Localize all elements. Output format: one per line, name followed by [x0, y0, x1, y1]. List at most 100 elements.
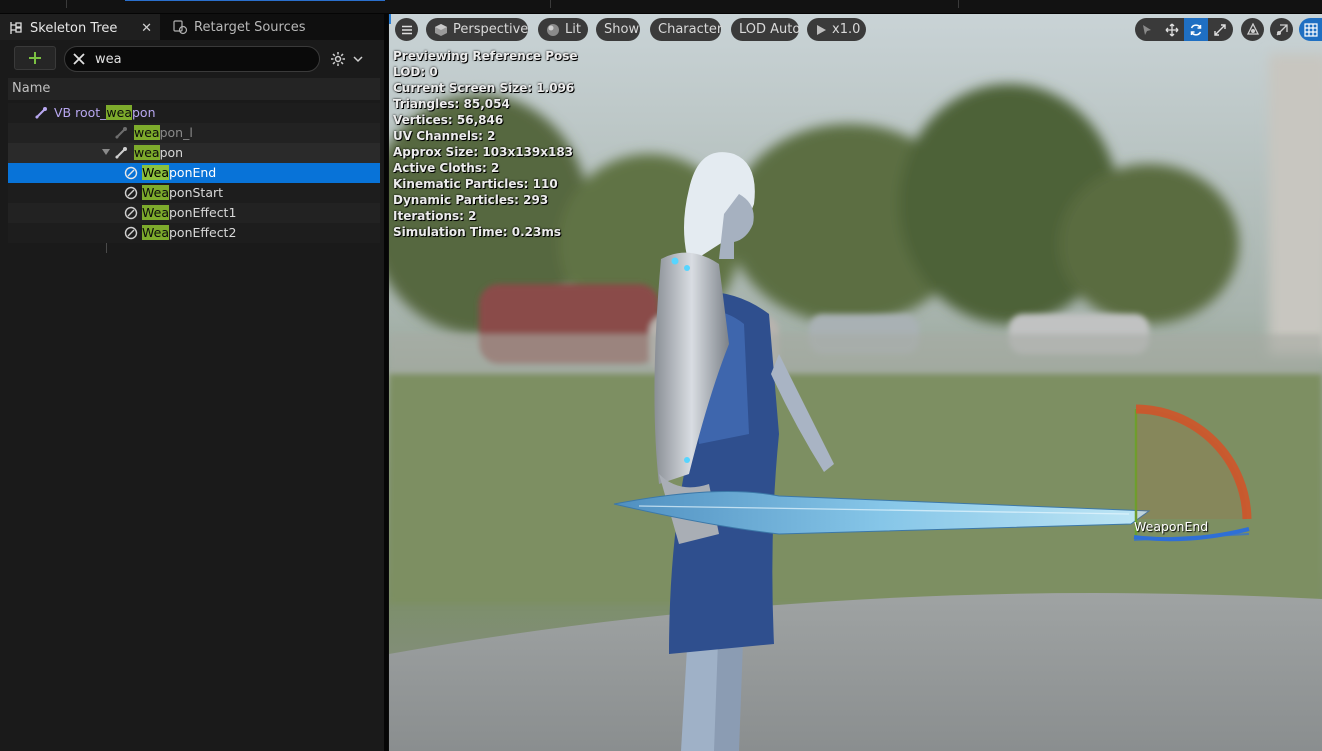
socket-label: WeaponEnd [142, 163, 216, 183]
lod-button[interactable]: LOD Auto [731, 18, 801, 41]
translate-tool-icon[interactable] [1160, 18, 1184, 41]
character-label: Character [658, 22, 723, 37]
search-box [64, 46, 320, 72]
show-button[interactable]: Show [596, 18, 640, 41]
socket-icon [124, 226, 138, 240]
grid-snap-button[interactable] [1299, 18, 1322, 41]
surface-snap-icon [1276, 23, 1288, 35]
top-strip-marker [958, 0, 959, 8]
retarget-icon [172, 19, 188, 35]
stat-line: Iterations: 2 [393, 209, 477, 223]
socket-label: WeaponStart [142, 183, 223, 203]
preview-viewport[interactable]: Perspective Lit Show Character LOD Auto … [389, 14, 1322, 751]
close-tab-icon[interactable]: ✕ [141, 21, 152, 36]
column-header-name[interactable]: Name [8, 78, 380, 100]
lit-button[interactable]: Lit [538, 18, 588, 41]
bone-label: VB root_weapon [54, 103, 156, 123]
socket-icon [124, 186, 138, 200]
tree-toolbar [0, 44, 384, 74]
label-part: pon [132, 105, 156, 120]
stat-line: Previewing Reference Pose [393, 49, 578, 63]
stat-line: Kinematic Particles: 110 [393, 177, 558, 191]
gear-icon [331, 52, 345, 66]
label-part: VB root_ [54, 105, 107, 120]
stat-line: UV Channels: 2 [393, 129, 496, 143]
label-part: ponEffect2 [168, 225, 237, 240]
character-button[interactable]: Character [650, 18, 723, 41]
label-part: pon_l [159, 125, 193, 140]
tree-row-bone[interactable]: weapon_l [8, 123, 380, 143]
coordinate-space-button[interactable] [1241, 18, 1264, 41]
search-input[interactable] [95, 50, 305, 68]
socket-icon [124, 206, 138, 220]
top-strip-marker [66, 0, 67, 8]
settings-dropdown[interactable] [330, 50, 370, 68]
lod-label: LOD Auto [739, 22, 801, 37]
skeleton-tree-panel: Skeleton Tree ✕ Retarget Sources wea Nam… [0, 14, 384, 751]
stat-line: Triangles: 85,054 [393, 97, 510, 111]
add-button[interactable] [14, 46, 56, 70]
stat-line: Approx Size: 103x139x183 [393, 145, 574, 159]
perspective-label: Perspective [453, 22, 529, 37]
skeleton-tree-icon [8, 20, 24, 36]
show-label: Show [604, 22, 640, 37]
hamburger-icon [401, 25, 412, 34]
stat-line: Simulation Time: 0.23ms [393, 225, 561, 239]
virtual-bone-icon [35, 107, 47, 119]
viewport-menu-button[interactable] [395, 18, 418, 41]
stat-line: Vertices: 56,846 [393, 113, 504, 127]
label-part: ponStart [168, 185, 224, 200]
label-part: ponEnd [168, 165, 217, 180]
perspective-button[interactable]: Perspective [426, 18, 528, 41]
play-speed-button[interactable]: x1.0 [807, 18, 866, 41]
window-top-strip [0, 0, 1322, 14]
socket-name-label: WeaponEnd [1134, 519, 1209, 534]
play-speed-label: x1.0 [832, 22, 861, 37]
search-match: Wea [142, 225, 169, 240]
search-match: wea [106, 105, 132, 120]
top-strip-marker [550, 0, 551, 8]
stat-line: Active Cloths: 2 [393, 161, 500, 175]
scale-tool-icon[interactable] [1208, 18, 1232, 41]
bone-label: weapon_l [134, 123, 193, 143]
tree-row-socket[interactable]: WeaponStart [8, 183, 380, 203]
label-part: ponEffect1 [168, 205, 237, 220]
expand-arrow-icon[interactable] [102, 149, 110, 155]
tree-row-virtual-bone[interactable]: VB root_weapon [8, 103, 380, 123]
stat-line: LOD: 0 [393, 65, 438, 79]
bone-icon [115, 147, 127, 159]
rotate-tool-icon[interactable] [1184, 18, 1208, 41]
select-tool-icon[interactable] [1135, 18, 1159, 41]
tree-row-socket[interactable]: WeaponEffect2 [8, 223, 380, 243]
surface-snap-button[interactable] [1270, 18, 1293, 41]
socket-label: WeaponEffect2 [142, 223, 236, 243]
tree-row-socket[interactable]: WeaponEffect1 [8, 203, 380, 223]
panel-splitter[interactable] [384, 14, 388, 751]
chevron-down-icon [353, 56, 363, 63]
tab-label: Retarget Sources [194, 19, 306, 35]
search-match: Wea [142, 185, 169, 200]
preview-stats-overlay: Previewing Reference Pose LOD: 0 Current… [393, 48, 578, 240]
label-part: pon [159, 145, 184, 160]
cube-icon [434, 23, 448, 37]
tree-row-socket[interactable]: WeaponEnd [8, 163, 380, 183]
search-match: Wea [142, 205, 169, 220]
top-strip-accent [125, 0, 385, 1]
tree-row-bone[interactable]: weapon [8, 143, 380, 163]
clear-search-icon[interactable] [71, 51, 87, 67]
search-match: Wea [142, 165, 169, 180]
tab-retarget-sources[interactable]: Retarget Sources [164, 14, 344, 40]
lit-label: Lit [565, 22, 581, 37]
tab-label: Skeleton Tree [30, 20, 118, 36]
grid-snap-icon [1303, 22, 1318, 37]
bone-label: weapon [134, 143, 183, 163]
plus-icon [29, 52, 41, 64]
search-match: wea [134, 145, 160, 160]
transform-tool-group [1135, 18, 1233, 41]
tab-skeleton-tree[interactable]: Skeleton Tree ✕ [0, 14, 160, 40]
socket-label: WeaponEffect1 [142, 203, 236, 223]
panel-tab-bar: Skeleton Tree ✕ Retarget Sources [0, 14, 384, 40]
play-icon [815, 24, 827, 36]
local-space-icon [1246, 22, 1259, 35]
bone-icon [115, 127, 127, 139]
